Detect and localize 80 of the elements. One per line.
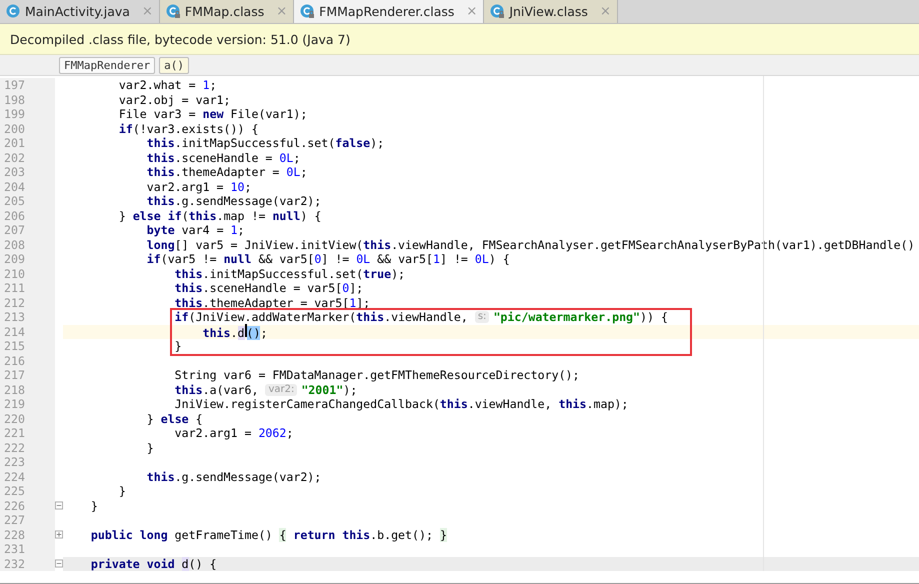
line-number: 227: [0, 513, 55, 528]
code-text: this.a(var6,: [174, 382, 260, 397]
code-text: this.themeAdapter = 0L;: [146, 165, 308, 180]
editor-tab[interactable]: FMMap.class ×: [160, 0, 294, 23]
line-number: 215: [0, 339, 55, 354]
expand-icon[interactable]: [55, 530, 63, 540]
line-number: 218: [0, 382, 55, 397]
code-text: this.g.sendMessage(var2);: [146, 470, 322, 484]
line-number: 219: [0, 397, 55, 412]
class-icon: [6, 4, 21, 19]
code-text: } else {: [146, 412, 203, 426]
collapse-icon[interactable]: [55, 501, 63, 510]
line-number: 214: [0, 324, 55, 339]
line-number: 201: [0, 136, 55, 150]
code-text: String var6 = FMDataManager.getFMThemeResourceDirectory();: [174, 368, 580, 382]
line-number: 212: [0, 296, 55, 310]
code-text: if(var5 != null && var5[0] != 0L && var5[1] != 0L) {: [146, 252, 510, 266]
line-number: 217: [0, 368, 55, 382]
code-text: "2001");: [301, 382, 358, 397]
code-text: File var3 = new File(var1);: [118, 107, 308, 122]
line-number: 202: [0, 150, 55, 165]
line-number: 200: [0, 122, 55, 136]
line-number: 204: [0, 180, 55, 194]
line-number: 198: [0, 92, 55, 107]
code-text: var2.what = 1;: [118, 78, 217, 92]
line-number: 211: [0, 281, 55, 296]
line-number: 226: [0, 498, 55, 513]
code-text: if(JniView.addWaterMarker(this.viewHandle,: [174, 310, 469, 324]
code-text: JniView.registerCameraChangedCallback(this.viewHandle, this.map);: [174, 397, 628, 412]
code-text: }: [174, 339, 182, 354]
parameter-hint: var2:: [265, 384, 298, 396]
code-text: this.sceneHandle = 0L;: [146, 150, 300, 165]
line-number: 216: [0, 354, 55, 368]
line-number: 213: [0, 310, 55, 324]
line-number: 224: [0, 470, 55, 484]
code-text: this.initMapSuccessful.set(false);: [146, 136, 384, 150]
line-number: 197: [0, 78, 55, 92]
code-text: public long getFrameTime() { return this.b.get(); }: [90, 528, 447, 542]
breadcrumb-item[interactable]: FMMapRenderer: [59, 56, 156, 74]
code-text: var2.obj = var1;: [118, 92, 231, 107]
line-number: 225: [0, 484, 55, 498]
editor-tab[interactable]: FMMapRenderer.class ×: [294, 0, 484, 23]
code-text: this.initMapSuccessful.set(true);: [174, 266, 406, 281]
editor-tab[interactable]: JniView.class ×: [484, 0, 618, 23]
code-text: private void d() {: [90, 556, 217, 571]
line-number: 209: [0, 252, 55, 266]
code-text: } else if(this.map != null) {: [118, 208, 322, 223]
parameter-hint: s:: [474, 311, 490, 324]
line-number: 222: [0, 440, 55, 455]
code-text: var2.arg1 = 10;: [146, 180, 252, 194]
line-number: 223: [0, 455, 55, 470]
code-text: this.g.sendMessage(var2);: [146, 194, 322, 208]
code-text: }: [90, 498, 98, 513]
code-text: this.d ();: [202, 324, 268, 340]
notice-text: Decompiled .class file, bytecode version: 51.0 (Java 7): [10, 32, 350, 46]
code-text: byte var4 = 1;: [146, 223, 244, 238]
code-text: "pic/watermarker.png")) {: [493, 310, 668, 324]
line-number: 208: [0, 238, 55, 252]
locked-class-icon: [490, 4, 506, 19]
code-text: }: [146, 440, 154, 455]
line-number: 206: [0, 208, 55, 223]
line-number: 199: [0, 107, 55, 122]
code-text: if(!var3.exists()) {: [118, 122, 258, 136]
code-text: }: [118, 484, 126, 498]
line-number: 207: [0, 223, 55, 238]
line-number: 232: [0, 556, 55, 571]
line-number: 228: [0, 528, 55, 542]
line-number: 221: [0, 426, 55, 440]
line-number: 210: [0, 266, 55, 281]
code-text: var2.arg1 = 2062;: [174, 426, 294, 440]
locked-class-icon: [166, 4, 181, 19]
locked-class-icon: [300, 4, 316, 19]
line-number: 205: [0, 194, 55, 208]
line-number: 220: [0, 412, 55, 426]
collapse-icon[interactable]: [55, 559, 63, 568]
breadcrumb-item[interactable]: a(): [159, 56, 189, 74]
line-number: 203: [0, 165, 55, 180]
line-number: 231: [0, 542, 55, 556]
code-text: long[] var5 = JniView.initView(this.viewHandle, FMSearchAnalyser.getFMSearchAnalyserByPath(var1).getDBHandle(): [146, 238, 915, 252]
code-text: this.sceneHandle = var5[0];: [174, 281, 364, 296]
